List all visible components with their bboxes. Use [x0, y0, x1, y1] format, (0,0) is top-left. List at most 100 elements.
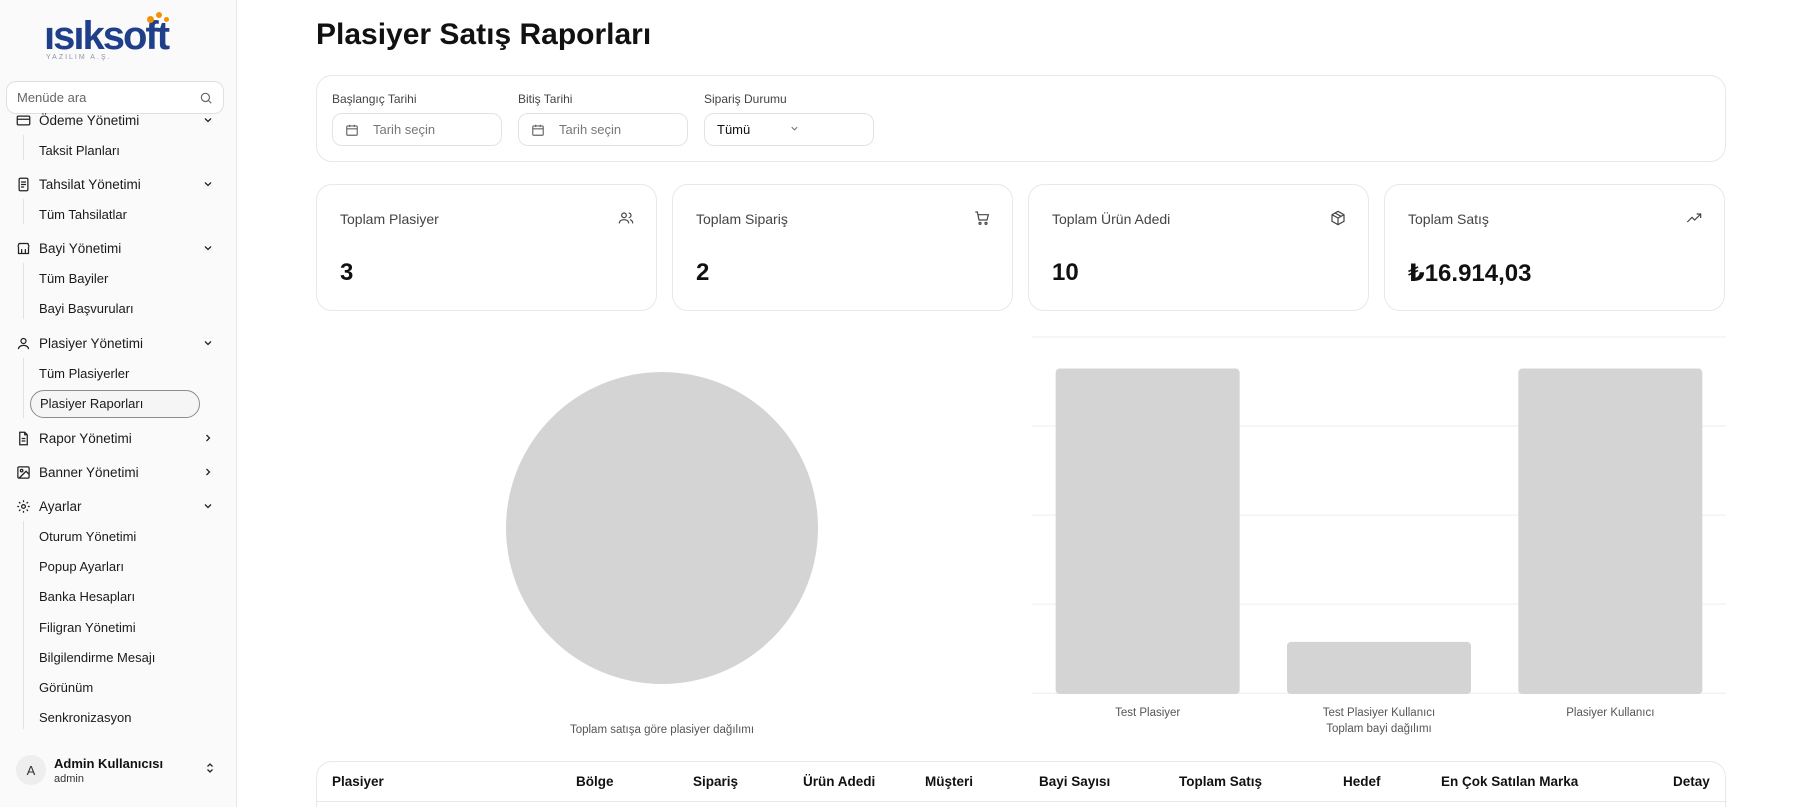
sidebar-group-label: Rapor Yönetimi: [39, 430, 132, 446]
sidebar-group-label: Ödeme Yönetimi: [39, 112, 140, 128]
column-header-bolge[interactable]: Bölge: [576, 774, 614, 789]
table-header-divider: [317, 801, 1727, 802]
pie-slice[interactable]: [506, 372, 818, 684]
chevron-down-icon: [202, 178, 214, 190]
package-icon: [1330, 210, 1346, 226]
user-menu[interactable]: A Admin Kullanıcısı admin: [16, 752, 216, 788]
sidebar-item-tum-tahsilatlar[interactable]: Tüm Tahsilatlar: [39, 207, 127, 222]
pie-chart-caption: Toplam satışa göre plasiyer dağılımı: [569, 724, 755, 736]
calendar-icon: [345, 123, 359, 137]
column-header-detay[interactable]: Detay: [1673, 774, 1710, 789]
column-header-hedef[interactable]: Hedef: [1343, 774, 1381, 789]
sidebar-group-odeme[interactable]: Ödeme Yönetimi: [16, 109, 214, 131]
start-date-picker[interactable]: Tarih seçin: [332, 113, 502, 146]
sidebar-group-plasiyer[interactable]: Plasiyer Yönetimi: [16, 332, 214, 354]
stat-card-toplam-plasiyer: Toplam Plasiyer 3: [316, 184, 657, 311]
chevron-down-icon: [202, 337, 214, 349]
sidebar-group-banner[interactable]: Banner Yönetimi: [16, 461, 214, 483]
file-icon: [16, 431, 31, 446]
order-status-value: Tümü: [717, 122, 751, 137]
column-header-toplam-satis[interactable]: Toplam Satış: [1179, 774, 1262, 789]
sidebar-tree-line: [23, 358, 24, 418]
filter-panel: Başlangıç Tarihi Tarih seçin Bitiş Tarih…: [316, 75, 1726, 162]
sidebar-item-oturum-yonetimi[interactable]: Oturum Yönetimi: [39, 529, 136, 544]
order-status-select[interactable]: Tümü: [704, 113, 874, 146]
logo-dot: [147, 16, 154, 23]
start-date-placeholder: Tarih seçin: [373, 122, 436, 137]
calendar-icon: [531, 123, 545, 137]
sidebar-item-tum-bayiler[interactable]: Tüm Bayiler: [39, 271, 108, 286]
chevron-down-icon: [202, 242, 214, 254]
logo-subtitle: YAZILIM A.Ş.: [46, 54, 112, 61]
logo-dot: [164, 17, 169, 22]
credit-card-icon: [16, 113, 31, 128]
store-icon: [16, 241, 31, 256]
trending-up-icon: [1686, 210, 1702, 226]
stat-card-toplam-siparis: Toplam Sipariş 2: [672, 184, 1013, 311]
chevron-right-icon: [202, 466, 214, 478]
sidebar-item-plasiyer-raporlari[interactable]: Plasiyer Raporları: [30, 390, 200, 418]
receipt-icon: [16, 177, 31, 192]
x-axis-label: Toplam bayi dağılımı: [1326, 723, 1431, 735]
sidebar-group-label: Tahsilat Yönetimi: [39, 176, 141, 192]
cart-icon: [974, 210, 990, 226]
column-header-plasiyer[interactable]: Plasiyer: [332, 774, 384, 789]
sidebar-tree-line: [23, 521, 24, 729]
x-tick-label: Test Plasiyer: [1115, 707, 1180, 719]
image-icon: [16, 465, 31, 480]
brand-logo[interactable]: ısıksoft YAZILIM A.Ş.: [44, 12, 194, 62]
sidebar-tree-line: [23, 263, 24, 319]
sidebar-item-tum-plasiyerler[interactable]: Tüm Plasiyerler: [39, 366, 129, 381]
chevrons-up-down-icon[interactable]: [204, 761, 216, 780]
stat-card-toplam-urun-adedi: Toplam Ürün Adedi 10: [1028, 184, 1369, 311]
start-date-label: Başlangıç Tarihi: [332, 92, 417, 106]
column-header-urun-adedi[interactable]: Ürün Adedi: [803, 774, 875, 789]
stat-label: Toplam Sipariş: [696, 211, 788, 227]
page-title: Plasiyer Satış Raporları: [316, 18, 652, 51]
column-header-siparis[interactable]: Sipariş: [693, 774, 738, 789]
sidebar-item-popup-ayarlari[interactable]: Popup Ayarları: [39, 559, 124, 574]
stat-value: 2: [696, 259, 710, 286]
x-tick-label: Test Plasiyer Kullanıcı: [1323, 707, 1436, 719]
column-header-en-cok-satilan-marka[interactable]: En Çok Satılan Marka: [1441, 774, 1578, 789]
sidebar-item-taksit-planlari[interactable]: Taksit Planları: [39, 143, 120, 158]
sidebar: ısıksoft YAZILIM A.Ş. Ödeme Yönetimi Tak…: [0, 0, 237, 807]
chevron-down-icon: [789, 122, 861, 137]
stat-value: 10: [1052, 259, 1079, 286]
user-role: admin: [54, 772, 84, 785]
end-date-picker[interactable]: Tarih seçin: [518, 113, 688, 146]
sidebar-item-gorunum[interactable]: Görünüm: [39, 680, 93, 695]
bar[interactable]: [1518, 368, 1703, 694]
sidebar-item-bayi-basvurulari[interactable]: Bayi Başvuruları: [39, 301, 134, 316]
bar-chart-svg: Test Plasiyer Test Plasiyer Kullanıcı Plas…: [1032, 336, 1726, 735]
column-header-musteri[interactable]: Müşteri: [925, 774, 973, 789]
sidebar-tree-line: [23, 135, 24, 160]
pie-chart-svg: [506, 372, 818, 684]
sidebar-group-rapor[interactable]: Rapor Yönetimi: [16, 427, 214, 449]
sidebar-item-filigran-yonetimi[interactable]: Filigran Yönetimi: [39, 620, 136, 635]
stat-label: Toplam Ürün Adedi: [1052, 211, 1171, 227]
bar[interactable]: [1055, 368, 1240, 694]
sidebar-group-label: Banner Yönetimi: [39, 464, 139, 480]
plasiyer-table: Plasiyer Bölge Sipariş Ürün Adedi Müşter…: [316, 761, 1727, 807]
column-header-bayi-sayisi[interactable]: Bayi Sayısı: [1039, 774, 1110, 789]
stat-value: ₺16.914,03: [1408, 260, 1532, 287]
chevron-down-icon: [202, 114, 214, 126]
sidebar-group-tahsilat[interactable]: Tahsilat Yönetimi: [16, 173, 214, 195]
stat-value: 3: [340, 259, 354, 286]
stat-label: Toplam Plasiyer: [340, 211, 439, 227]
sidebar-item-bilgilendirme-mesaji[interactable]: Bilgilendirme Mesajı: [39, 650, 155, 665]
bar[interactable]: [1287, 641, 1471, 694]
order-status-label: Sipariş Durumu: [704, 92, 787, 106]
stat-card-toplam-satis: Toplam Satış ₺16.914,03: [1384, 184, 1725, 311]
gear-icon: [16, 499, 31, 514]
x-tick-label: Plasiyer Kullanıcı: [1566, 707, 1654, 719]
sidebar-item-banka-hesaplari[interactable]: Banka Hesapları: [39, 589, 135, 604]
sidebar-item-senkronizasyon[interactable]: Senkronizasyon: [39, 710, 132, 725]
search-icon[interactable]: [199, 91, 213, 110]
stat-label: Toplam Satış: [1408, 211, 1489, 227]
logo-dot: [156, 12, 162, 18]
sidebar-group-bayi[interactable]: Bayi Yönetimi: [16, 237, 214, 259]
sidebar-group-ayarlar[interactable]: Ayarlar: [16, 495, 214, 517]
users-icon: [618, 210, 634, 226]
